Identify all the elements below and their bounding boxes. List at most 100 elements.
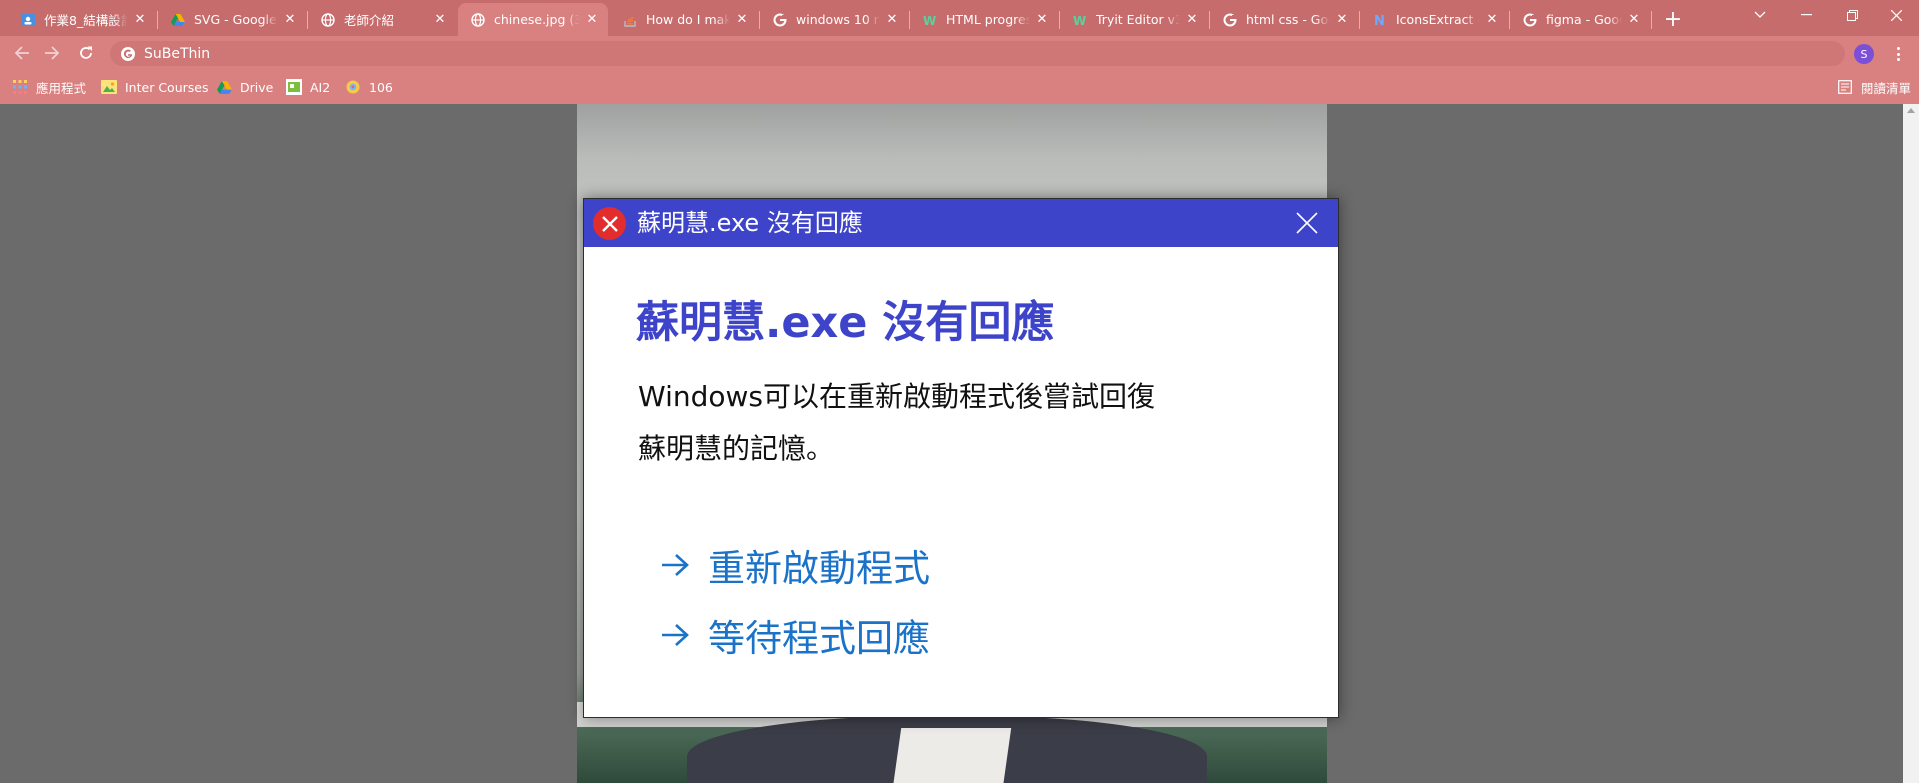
tab-close-icon[interactable]: ✕ — [1184, 12, 1200, 28]
google-icon — [772, 12, 788, 28]
tab-title: html css - Goo — [1246, 12, 1330, 27]
tab-title: 老師介紹 — [344, 13, 395, 28]
bookmark-label: AI2 — [310, 79, 331, 95]
tab-html-css[interactable]: html css - Goo ✕ — [1210, 3, 1358, 36]
scroll-up-arrow-icon[interactable] — [1907, 108, 1915, 113]
ai2-icon — [286, 79, 302, 95]
tab-teacher[interactable]: 老師介紹 ✕ — [308, 3, 456, 36]
forward-arrow-icon[interactable] — [38, 40, 66, 66]
tab-title: figma - Google — [1546, 12, 1622, 27]
address-bar[interactable]: SuBeThin — [110, 41, 1845, 66]
error-x-icon — [593, 207, 626, 240]
dialog-close-icon[interactable] — [1292, 208, 1322, 238]
right-arrow-icon — [660, 550, 690, 580]
tab-figma[interactable]: figma - Google ✕ — [1510, 3, 1650, 36]
bookmarks-bar: 應用程式 Inter Courses Drive AI2 106 閱讀清單 — [0, 70, 1919, 104]
tab-iconsextract[interactable]: N IconsExtract - N ✕ — [1360, 3, 1508, 36]
profile-avatar[interactable]: S — [1854, 44, 1874, 64]
nirsoft-icon: N — [1372, 12, 1388, 28]
restart-program-label: 重新啟動程式 — [708, 547, 930, 590]
bookmark-drive[interactable]: Drive — [216, 78, 273, 96]
page-scrollbar[interactable] — [1903, 104, 1919, 783]
new-tab-plus-icon[interactable]: + — [1659, 6, 1687, 34]
svg-text:W: W — [1073, 14, 1086, 26]
image-icon — [101, 79, 117, 95]
wait-for-response-label: 等待程式回應 — [708, 617, 930, 660]
tab-close-icon[interactable]: ✕ — [132, 12, 148, 28]
dialog-message-line-2: 蘇明慧的記憶。 — [638, 432, 835, 465]
tab-windows-10[interactable]: windows 10 no ✕ — [760, 3, 908, 36]
minimize-icon[interactable] — [1783, 0, 1829, 30]
right-arrow-icon — [660, 620, 690, 650]
google-icon — [1222, 12, 1238, 28]
dialog-titlebar: 蘇明慧.exe 沒有回應 — [584, 199, 1338, 247]
tab-close-icon[interactable]: ✕ — [584, 12, 600, 28]
svg-text:N: N — [1374, 14, 1385, 27]
tab-close-icon[interactable]: ✕ — [1626, 12, 1642, 28]
back-arrow-icon[interactable] — [8, 40, 36, 66]
tab-search-chevron-icon[interactable] — [1737, 0, 1783, 30]
bookmark-label: 應用程式 — [36, 80, 87, 96]
bookmark-label: 106 — [369, 79, 393, 95]
tab-title: IconsExtract - N — [1396, 12, 1480, 27]
tab-svg-drive[interactable]: SVG - Google Drive ✕ — [158, 3, 306, 36]
tab-tryit-editor[interactable]: W Tryit Editor v3.7 ✕ — [1060, 3, 1208, 36]
svg-text:W: W — [923, 14, 936, 26]
tab-close-icon[interactable]: ✕ — [1484, 12, 1500, 28]
w3schools-icon: W — [1072, 12, 1088, 28]
tab-html-progress[interactable]: W HTML progress ✕ — [910, 3, 1058, 36]
google-icon — [120, 46, 136, 62]
restore-icon[interactable] — [1829, 0, 1875, 30]
window-close-icon[interactable] — [1873, 0, 1919, 30]
restart-program-link[interactable]: 重新啟動程式 — [660, 540, 930, 590]
google-drive-icon — [216, 79, 232, 95]
reading-list-icon — [1837, 79, 1853, 95]
reading-list-button[interactable]: 閱讀清單 — [1837, 78, 1911, 96]
bookmark-inter-courses[interactable]: Inter Courses — [101, 78, 208, 96]
dialog-heading: 蘇明慧.exe 沒有回應 — [636, 298, 1055, 348]
wait-for-response-link[interactable]: 等待程式回應 — [660, 610, 930, 660]
browser-toolbar: SuBeThin S — [0, 36, 1919, 70]
tab-title: HTML progress — [946, 12, 1030, 27]
stackoverflow-icon — [622, 12, 638, 28]
google-drive-icon — [170, 12, 186, 28]
tab-title: windows 10 no — [796, 12, 880, 27]
tab-separator — [1651, 11, 1652, 29]
bookmark-label: Inter Courses — [125, 79, 209, 95]
tab-close-icon[interactable]: ✕ — [432, 12, 448, 28]
not-responding-dialog: 蘇明慧.exe 沒有回應 蘇明慧.exe 沒有回應 Windows可以在重新啟動… — [583, 198, 1339, 718]
tab-title: Tryit Editor v3.7 — [1096, 12, 1180, 27]
bookmark-ai2[interactable]: AI2 — [286, 78, 330, 96]
google-icon — [1522, 12, 1538, 28]
tab-close-icon[interactable]: ✕ — [734, 12, 750, 28]
browser-chrome: 作業8_結構設計 ✕ SVG - Google Drive ✕ 老師介紹 ✕ c… — [0, 0, 1919, 104]
apps-grid-icon — [12, 79, 28, 95]
colorful-circle-icon — [345, 79, 361, 95]
bookmark-apps[interactable]: 應用程式 — [12, 78, 86, 96]
tab-title: 作業8_結構設計 — [44, 13, 128, 28]
bookmark-106[interactable]: 106 — [345, 78, 393, 96]
dialog-message: Windows可以在重新啟動程式後嘗試回復 蘇明慧的記憶。 — [638, 371, 1258, 475]
tab-title: How do I make — [646, 12, 730, 27]
globe-icon — [320, 12, 336, 28]
tab-title: SVG - Google Drive — [194, 12, 278, 27]
tab-title: chinese.jpg (30 — [494, 12, 580, 27]
tab-strip: 作業8_結構設計 ✕ SVG - Google Drive ✕ 老師介紹 ✕ c… — [0, 0, 1919, 36]
tab-homework[interactable]: 作業8_結構設計 ✕ — [8, 3, 156, 36]
dialog-message-line-1: Windows可以在重新啟動程式後嘗試回復 — [638, 380, 1155, 413]
reload-icon[interactable] — [72, 40, 100, 66]
tab-how-do-i-make[interactable]: How do I make ✕ — [610, 3, 758, 36]
more-menu-icon[interactable] — [1890, 44, 1906, 64]
tab-close-icon[interactable]: ✕ — [1334, 12, 1350, 28]
tab-chinese-jpg[interactable]: chinese.jpg (30 ✕ — [458, 3, 608, 36]
reading-list-label: 閱讀清單 — [1861, 80, 1912, 96]
globe-icon — [470, 12, 486, 28]
shirt-collar — [892, 728, 1012, 783]
address-text: SuBeThin — [144, 45, 211, 62]
tab-close-icon[interactable]: ✕ — [282, 12, 298, 28]
tab-close-icon[interactable]: ✕ — [1034, 12, 1050, 28]
dialog-title: 蘇明慧.exe 沒有回應 — [637, 209, 863, 237]
classroom-icon — [20, 12, 36, 28]
tab-close-icon[interactable]: ✕ — [884, 12, 900, 28]
w3schools-icon: W — [922, 12, 938, 28]
